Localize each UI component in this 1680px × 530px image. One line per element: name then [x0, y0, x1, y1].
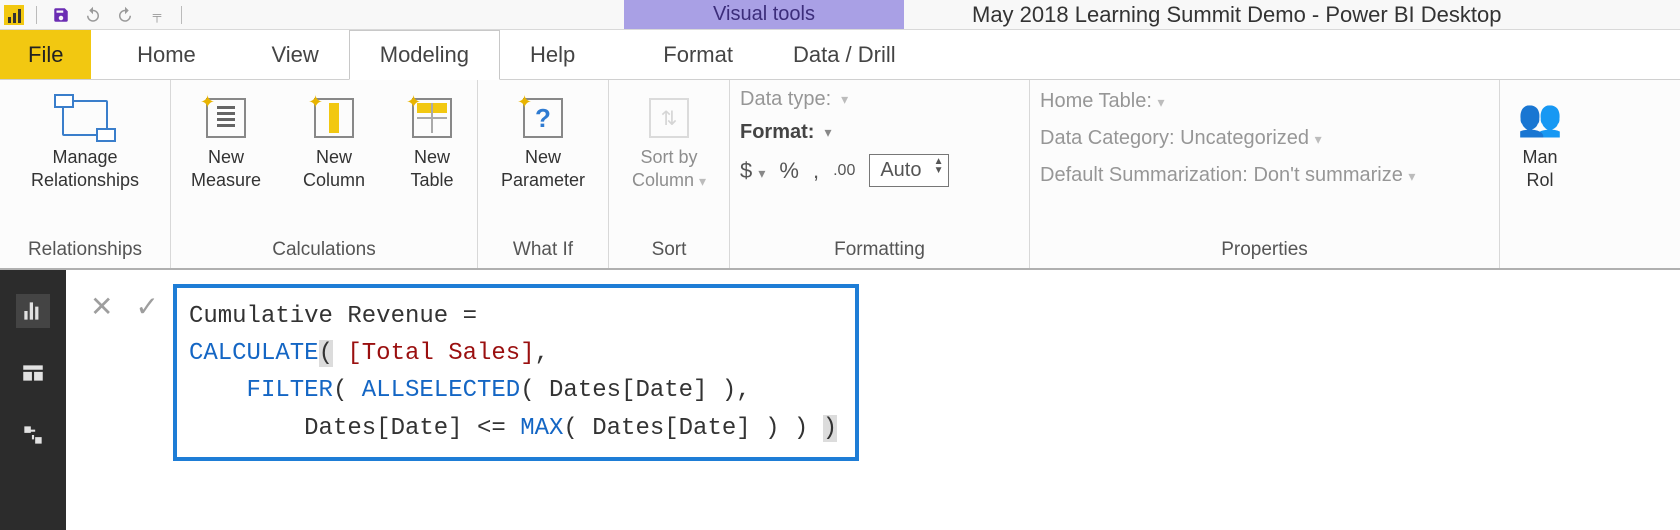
table-icon	[20, 360, 46, 386]
group-label-calculations: Calculations	[181, 236, 467, 264]
manage-roles-label: Man Rol	[1522, 146, 1557, 191]
data-category-dropdown[interactable]: Data Category: Uncategorized ▾	[1040, 127, 1415, 150]
tab-file[interactable]: File	[0, 30, 91, 79]
redo-icon	[116, 6, 134, 24]
currency-button[interactable]: $ ▾	[740, 158, 765, 184]
tab-format[interactable]: Format	[633, 30, 763, 79]
new-column-button[interactable]: ✦ New Column	[289, 86, 379, 191]
formula-bar-area: ✕ ✓ Cumulative Revenue = CALCULATE( [Tot…	[66, 270, 1680, 530]
decimal-button[interactable]: .00	[833, 162, 855, 180]
save-icon	[52, 6, 70, 24]
new-column-label: New Column	[303, 146, 365, 191]
model-icon	[20, 422, 46, 448]
window-title: May 2018 Learning Summit Demo - Power BI…	[972, 2, 1501, 28]
tab-data-drill[interactable]: Data / Drill	[763, 30, 926, 79]
group-security: 👥 Man Rol	[1500, 80, 1570, 268]
formula-editor[interactable]: Cumulative Revenue = CALCULATE( [Total S…	[173, 284, 859, 461]
data-type-dropdown[interactable]: Data type: ▾	[740, 88, 949, 111]
new-measure-button[interactable]: ✦ New Measure	[181, 86, 271, 191]
group-label-relationships: Relationships	[10, 236, 160, 264]
report-view-button[interactable]	[16, 294, 50, 328]
model-view-button[interactable]	[16, 418, 50, 452]
group-label-whatif: What If	[488, 236, 598, 264]
group-sort: ⇅ Sort by Column ▾ Sort	[609, 80, 730, 268]
group-calculations: ✦ New Measure ✦ New Column ✦ New Table C…	[171, 80, 478, 268]
group-label-sort: Sort	[619, 236, 719, 264]
chevron-down-icon: ▾	[1408, 168, 1415, 184]
chevron-down-icon: ▾	[758, 165, 765, 181]
close-icon: ✕	[90, 291, 113, 322]
tab-help[interactable]: Help	[500, 30, 605, 79]
tab-view[interactable]: View	[241, 30, 348, 79]
thousands-comma-button[interactable]: ,	[813, 158, 819, 184]
decimal-places-value: Auto	[880, 159, 921, 181]
redo-button[interactable]	[113, 3, 137, 27]
ribbon: Manage Relationships Relationships ✦ New…	[0, 80, 1680, 270]
chevron-down-icon: ▾	[1315, 131, 1322, 147]
undo-button[interactable]	[81, 3, 105, 27]
people-icon: 👥	[1518, 97, 1563, 139]
new-parameter-icon: ✦	[523, 98, 563, 138]
manage-roles-button[interactable]: 👥 Man Rol	[1510, 86, 1570, 191]
new-table-button[interactable]: ✦ New Table	[397, 86, 467, 191]
group-relationships: Manage Relationships Relationships	[0, 80, 171, 268]
sort-icon: ⇅	[649, 98, 689, 138]
view-switcher	[0, 270, 66, 530]
data-type-label: Data type:	[740, 88, 831, 111]
check-icon: ✓	[135, 291, 158, 322]
stepper-arrows-icon: ▲▼	[934, 157, 944, 175]
sort-by-column-button[interactable]: ⇅ Sort by Column ▾	[619, 86, 719, 191]
percent-button[interactable]: %	[779, 158, 799, 184]
decimal-places-stepper[interactable]: Auto ▲▼	[869, 154, 948, 187]
chevron-down-icon: ▾	[1157, 94, 1164, 110]
format-dropdown[interactable]: Format: ▾	[740, 121, 949, 144]
group-label-security	[1510, 236, 1570, 264]
chevron-down-icon: ╤	[153, 8, 162, 22]
qat-separator-2	[181, 6, 182, 24]
new-column-icon: ✦	[314, 98, 354, 138]
tab-modeling[interactable]: Modeling	[349, 30, 500, 80]
formula-line-1: Cumulative Revenue =	[189, 303, 477, 330]
manage-relationships-label: Manage Relationships	[31, 146, 139, 191]
group-properties: Home Table: ▾ Data Category: Uncategoriz…	[1030, 80, 1500, 268]
data-view-button[interactable]	[16, 356, 50, 390]
contextual-tab-header: Visual tools	[624, 0, 904, 29]
qat-customize-button[interactable]: ╤	[145, 3, 169, 27]
chevron-down-icon: ▾	[824, 124, 831, 141]
group-formatting: Data type: ▾ Format: ▾ $ ▾ % , .00 Auto ▲▼…	[730, 80, 1030, 268]
bar-chart-icon	[20, 298, 46, 324]
save-button[interactable]	[49, 3, 73, 27]
cancel-formula-button[interactable]: ✕	[90, 290, 113, 323]
manage-relationships-button[interactable]: Manage Relationships	[10, 86, 160, 191]
new-measure-icon: ✦	[206, 98, 246, 138]
default-summarization-dropdown[interactable]: Default Summarization: Don't summarize ▾	[1040, 164, 1415, 187]
sort-by-column-label: Sort by Column ▾	[632, 146, 706, 191]
title-bar: ╤ Visual tools May 2018 Learning Summit …	[0, 0, 1680, 30]
new-table-icon: ✦	[412, 98, 452, 138]
undo-icon	[84, 6, 102, 24]
home-table-dropdown[interactable]: Home Table: ▾	[1040, 90, 1415, 113]
work-area: ✕ ✓ Cumulative Revenue = CALCULATE( [Tot…	[0, 270, 1680, 530]
group-label-formatting: Formatting	[740, 236, 1019, 264]
relationships-icon	[62, 100, 108, 136]
commit-formula-button[interactable]: ✓	[135, 290, 158, 323]
tab-home[interactable]: Home	[91, 30, 241, 79]
group-whatif: ✦ New Parameter What If	[478, 80, 609, 268]
new-table-label: New Table	[410, 146, 453, 191]
new-parameter-button[interactable]: ✦ New Parameter	[488, 86, 598, 191]
chevron-down-icon: ▾	[841, 91, 848, 108]
app-icon	[4, 5, 24, 25]
ribbon-tabs: File Home View Modeling Help Format Data…	[0, 30, 1680, 80]
qat-separator	[36, 6, 37, 24]
new-measure-label: New Measure	[191, 146, 261, 191]
format-label: Format:	[740, 121, 814, 144]
group-label-properties: Properties	[1040, 236, 1489, 264]
new-parameter-label: New Parameter	[501, 146, 585, 191]
